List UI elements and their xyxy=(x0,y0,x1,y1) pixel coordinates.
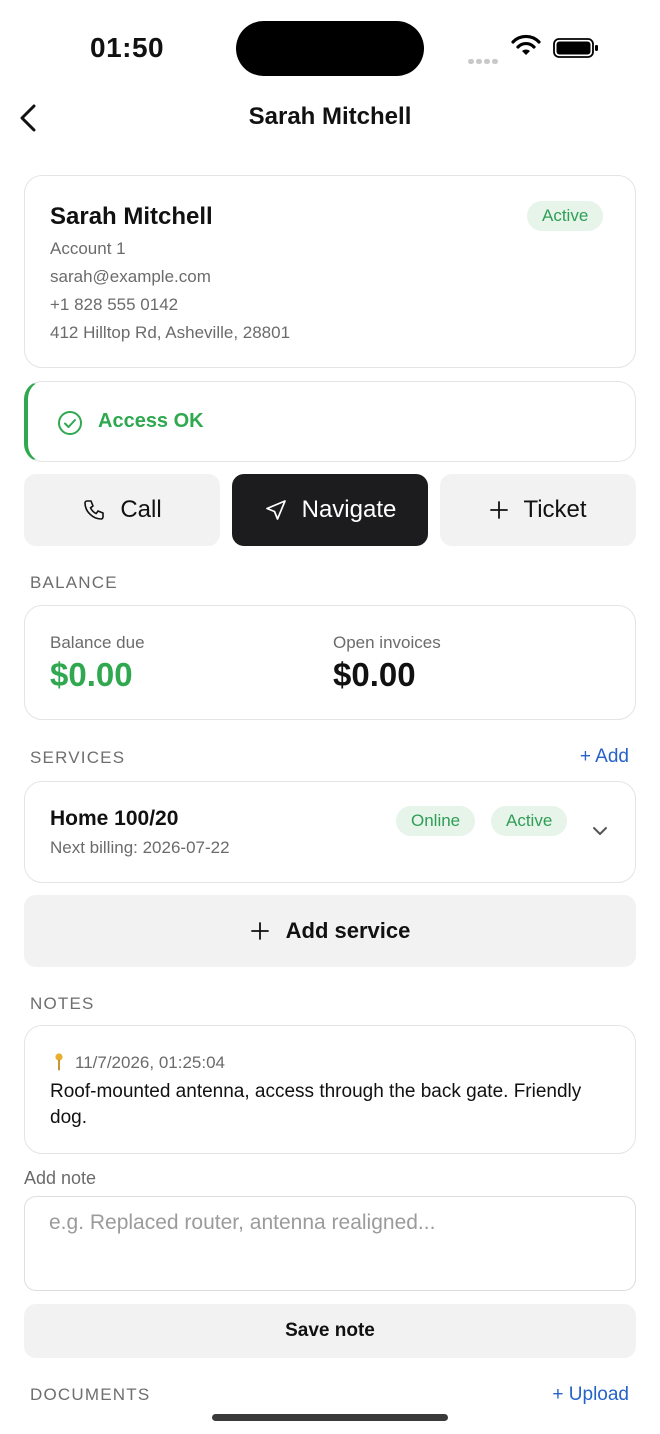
balance-due-label: Balance due xyxy=(50,633,145,652)
notes-section-label: NOTES xyxy=(30,994,95,1013)
wifi-icon xyxy=(511,34,541,55)
service-next-billing: Next billing: 2026-07-22 xyxy=(50,838,230,857)
note-timestamp: 11/7/2026, 01:25:04 xyxy=(75,1053,225,1072)
home-indicator[interactable] xyxy=(212,1414,448,1421)
upload-document-link[interactable]: + Upload xyxy=(552,1384,629,1406)
plus-icon xyxy=(250,922,269,940)
connection-status-badge: Online xyxy=(396,806,476,836)
customer-name: Sarah Mitchell xyxy=(50,203,213,230)
battery-icon xyxy=(553,38,598,58)
ticket-button-label: Ticket xyxy=(523,496,587,523)
balance-section-label: BALANCE xyxy=(30,573,118,592)
navigate-button[interactable]: Navigate xyxy=(232,474,428,546)
documents-section-label: DOCUMENTS xyxy=(30,1385,151,1404)
customer-phone: +1 828 555 0142 xyxy=(50,295,179,314)
status-badge: Active xyxy=(527,201,604,231)
plus-icon xyxy=(490,501,509,519)
add-note-input[interactable] xyxy=(24,1196,636,1291)
dynamic-island xyxy=(236,21,424,76)
customer-address: 412 Hilltop Rd, Asheville, 28801 xyxy=(50,323,291,342)
call-button[interactable]: Call xyxy=(24,474,220,546)
status-time: 01:50 xyxy=(90,32,165,63)
navigation-arrow-icon xyxy=(265,500,286,520)
add-note-label: Add note xyxy=(24,1168,97,1188)
open-invoices-label: Open invoices xyxy=(333,633,441,652)
balance-due-value: $0.00 xyxy=(50,656,133,693)
note-item: 11/7/2026, 01:25:04 Roof-mounted antenna… xyxy=(24,1025,636,1154)
ticket-button[interactable]: Ticket xyxy=(440,474,636,546)
service-status-badge: Active xyxy=(491,806,568,836)
nav-bar: Sarah Mitchell xyxy=(0,96,660,142)
status-bar: 01:50 xyxy=(0,0,660,96)
call-button-label: Call xyxy=(120,496,162,523)
pin-icon xyxy=(55,1053,63,1071)
customer-email: sarah@example.com xyxy=(50,267,211,286)
save-note-button[interactable]: Save note xyxy=(24,1304,636,1358)
phone-icon xyxy=(84,500,105,520)
check-circle-icon xyxy=(58,411,82,435)
services-section-label: SERVICES xyxy=(30,748,126,767)
access-status-label: Access OK xyxy=(98,410,204,432)
add-service-button[interactable]: Add service xyxy=(24,895,636,967)
customer-card: Sarah Mitchell Active Account 1 sarah@ex… xyxy=(24,175,636,368)
account-label: Account 1 xyxy=(50,239,126,258)
access-status-card: Access OK xyxy=(24,381,636,462)
add-service-label: Add service xyxy=(285,918,411,943)
service-item[interactable]: Home 100/20 Next billing: 2026-07-22 Onl… xyxy=(24,781,636,883)
service-name: Home 100/20 xyxy=(50,807,179,830)
chevron-down-icon[interactable] xyxy=(591,822,609,840)
navigate-button-label: Navigate xyxy=(301,496,397,523)
open-invoices-value: $0.00 xyxy=(333,656,416,693)
page-title: Sarah Mitchell xyxy=(248,103,412,130)
cellular-signal-icon xyxy=(468,51,500,69)
balance-card: Balance due $0.00 Open invoices $0.00 xyxy=(24,605,636,720)
note-text: Roof-mounted antenna, access through the… xyxy=(50,1081,582,1128)
add-service-link[interactable]: + Add xyxy=(580,746,629,768)
